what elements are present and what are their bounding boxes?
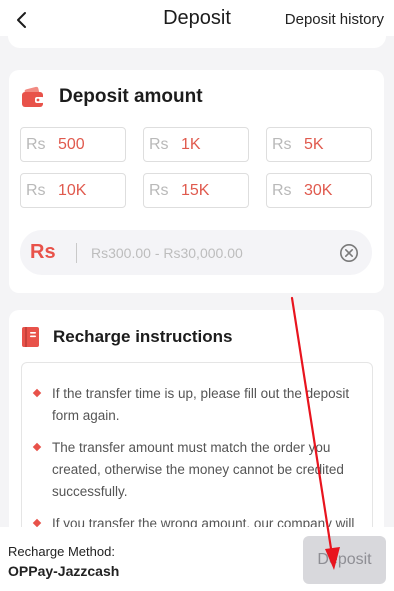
bottom-bar: Recharge Method: OPPay-Jazzcash Deposit	[0, 527, 394, 591]
amount-currency: Rs	[26, 135, 46, 153]
recharge-instructions-card: Recharge instructions If the transfer ti…	[9, 310, 384, 550]
amount-option-1k[interactable]: Rs 1K	[143, 127, 249, 162]
bullet-diamond-icon	[32, 442, 42, 452]
amount-value: 500	[58, 135, 85, 153]
clear-circle-icon	[340, 244, 358, 262]
amount-input-row: Rs	[20, 230, 372, 275]
amount-value: 15K	[181, 181, 210, 199]
instructions-list: If the transfer time is up, please fill …	[21, 362, 373, 550]
amount-input[interactable]	[91, 244, 331, 261]
currency-label: Rs	[30, 241, 56, 263]
amount-option-10k[interactable]: Rs 10K	[20, 173, 126, 208]
deposit-history-link[interactable]: Deposit history	[285, 11, 384, 28]
amount-currency: Rs	[272, 181, 292, 199]
back-button[interactable]	[10, 8, 32, 32]
amount-value: 10K	[58, 181, 87, 199]
amount-options: Rs 500 Rs 1K Rs 5K Rs 10K Rs 15K Rs 30K	[20, 127, 373, 208]
amount-option-5k[interactable]: Rs 5K	[266, 127, 372, 162]
amount-value: 5K	[304, 135, 324, 153]
amount-option-15k[interactable]: Rs 15K	[143, 173, 249, 208]
amount-option-30k[interactable]: Rs 30K	[266, 173, 372, 208]
amount-value: 1K	[181, 135, 201, 153]
amount-value: 30K	[304, 181, 333, 199]
instruction-item: The transfer amount must match the order…	[32, 437, 358, 503]
bullet-diamond-icon	[32, 388, 42, 398]
bullet-diamond-icon	[32, 518, 42, 528]
amount-currency: Rs	[149, 135, 169, 153]
chevron-left-icon	[17, 12, 26, 28]
book-icon	[22, 327, 39, 347]
deposit-amount-header: Deposit amount	[21, 86, 203, 108]
amount-currency: Rs	[149, 181, 169, 199]
amount-currency: Rs	[272, 135, 292, 153]
recharge-instructions-title: Recharge instructions	[53, 327, 233, 346]
clear-input-button[interactable]	[339, 243, 359, 263]
input-divider	[76, 242, 77, 263]
wallet-icon	[22, 86, 44, 107]
deposit-amount-title: Deposit amount	[59, 86, 203, 107]
recharge-method-value: OPPay-Jazzcash	[8, 563, 120, 579]
amount-option-500[interactable]: Rs 500	[20, 127, 126, 162]
instruction-text: The transfer amount must match the order…	[52, 440, 344, 499]
header-curve	[0, 36, 394, 50]
recharge-instructions-header: Recharge instructions	[21, 326, 233, 348]
deposit-amount-card: Deposit amount Rs 500 Rs 1K Rs 5K Rs 10K…	[9, 70, 384, 293]
instruction-item: If the transfer time is up, please fill …	[32, 383, 358, 427]
recharge-method-label: Recharge Method:	[8, 544, 115, 559]
amount-currency: Rs	[26, 181, 46, 199]
deposit-button[interactable]: Deposit	[303, 536, 386, 584]
instruction-text: If the transfer time is up, please fill …	[52, 386, 350, 423]
